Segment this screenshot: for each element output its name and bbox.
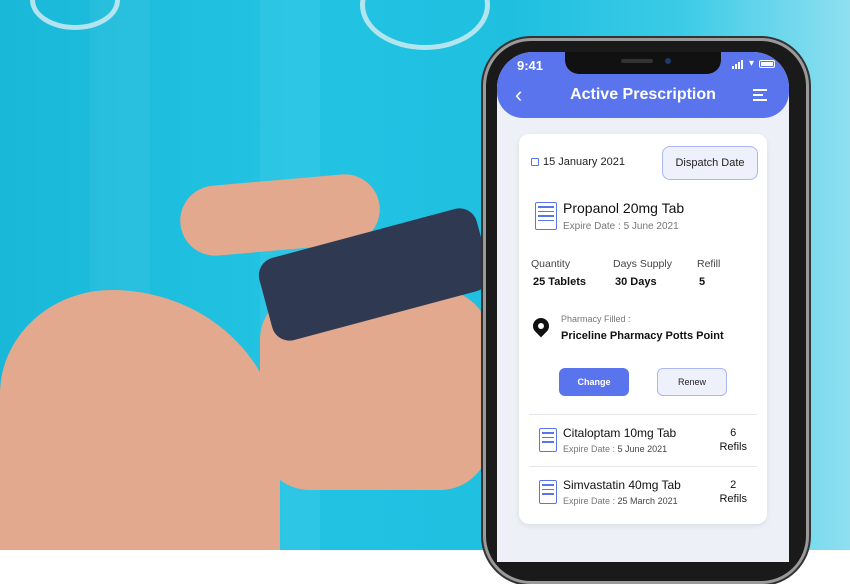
phone-screen: 9:41 ▾ ‹ Active Prescription 15 January … — [497, 52, 789, 562]
refill-label: Refill — [697, 258, 721, 270]
pharmacy-label: Pharmacy Filled : — [561, 314, 631, 324]
date-text: 15 January 2021 — [543, 156, 625, 168]
prescription-card: 15 January 2021 Dispatch Date Propanol 2… — [519, 134, 767, 524]
days-supply-label: Days Supply — [613, 258, 672, 270]
expire-date: Expire Date : 5 June 2021 — [563, 221, 679, 232]
page-title: Active Prescription — [570, 86, 716, 103]
drug-name: Propanol 20mg Tab — [563, 200, 685, 216]
expire-date: Expire Date : 5 June 2021 — [563, 444, 668, 454]
signal-icon — [731, 58, 744, 69]
refill-count: 6 Refils — [719, 427, 747, 453]
battery-icon — [759, 59, 775, 68]
prescription-date: 15 January 2021 — [531, 156, 625, 168]
drug-name: Citaloptam 10mg Tab — [563, 426, 677, 440]
divider — [529, 414, 757, 415]
location-pin-icon — [529, 314, 553, 338]
prescription-icon — [539, 428, 557, 452]
pharmacy-name: Priceline Pharmacy Potts Point — [561, 330, 724, 342]
quantity-value: 25 Tablets — [533, 276, 586, 288]
menu-icon[interactable] — [753, 89, 767, 104]
notch — [565, 52, 721, 74]
dispatch-date-button[interactable]: Dispatch Date — [662, 146, 758, 180]
app-bar: 9:41 ▾ ‹ Active Prescription — [497, 52, 789, 118]
status-icons: ▾ — [731, 58, 775, 69]
divider — [529, 466, 757, 467]
drug-name: Simvastatin 40mg Tab — [563, 478, 681, 492]
refill-value: 5 — [699, 276, 706, 288]
calendar-icon — [531, 158, 539, 166]
hand — [0, 290, 280, 550]
refill-count: 2 Refils — [719, 479, 747, 505]
quantity-label: Quantity — [531, 258, 571, 270]
prescription-icon — [535, 202, 557, 230]
prescription-icon — [539, 480, 557, 504]
days-supply-value: 30 Days — [615, 276, 657, 288]
renew-button[interactable]: Renew — [657, 368, 727, 396]
change-button[interactable]: Change — [559, 368, 629, 396]
expire-date: Expire Date : 25 March 2021 — [563, 496, 678, 506]
wifi-icon: ▾ — [748, 58, 754, 69]
stethoscope — [360, 0, 490, 50]
status-time: 9:41 — [517, 58, 544, 73]
